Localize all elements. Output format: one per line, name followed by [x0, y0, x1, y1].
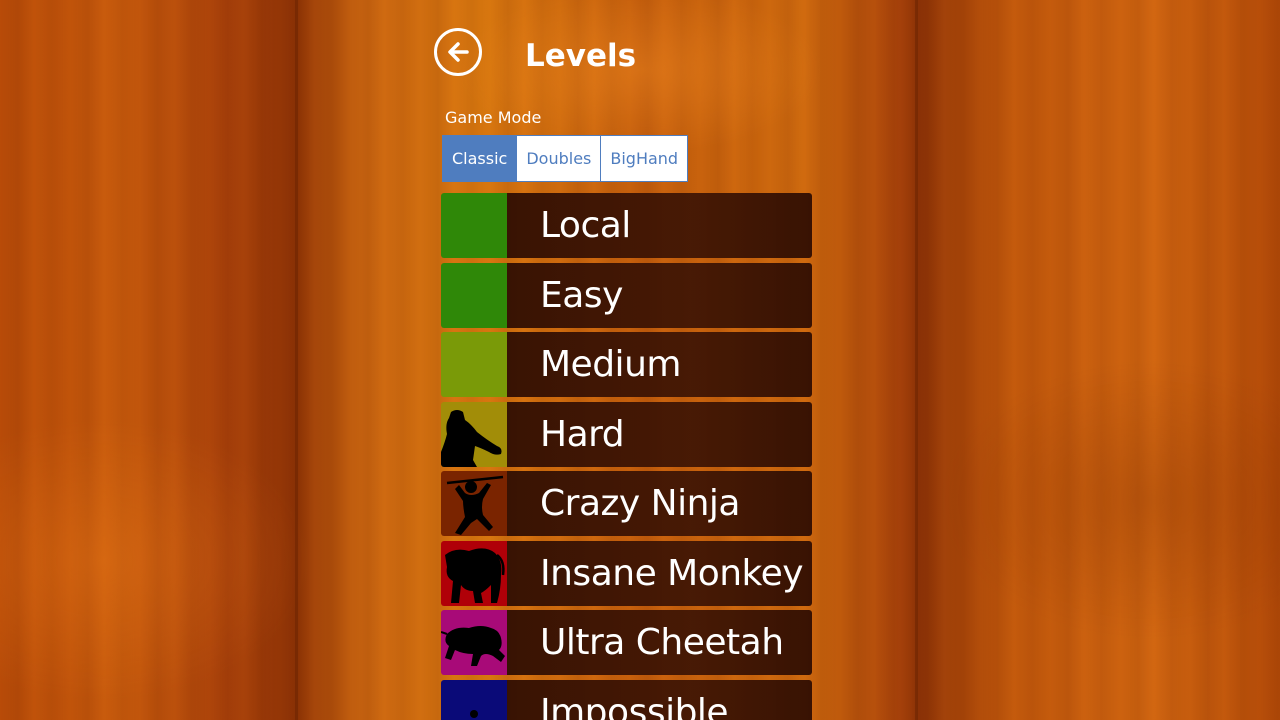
- fighter-silhouette-icon: [441, 409, 502, 467]
- game-mode-tabs: Classic Doubles BigHand: [442, 135, 689, 182]
- tab-bighand[interactable]: BigHand: [600, 136, 688, 181]
- game-mode-label: Game Mode: [445, 108, 542, 127]
- level-swatch: [441, 332, 507, 397]
- level-swatch: [441, 262, 507, 328]
- level-local-button[interactable]: Local: [441, 193, 812, 258]
- dot-icon: [470, 709, 478, 718]
- level-name: Crazy Ninja: [540, 483, 740, 524]
- level-list: Local Easy Medium Hard Crazy Ninja Insan…: [441, 193, 812, 720]
- level-easy-button[interactable]: Easy: [441, 262, 812, 328]
- level-name: Insane Monkey: [540, 552, 804, 594]
- cheetah-silhouette-icon: [441, 626, 505, 666]
- level-swatch: [441, 679, 507, 720]
- level-name: Impossible: [540, 691, 729, 720]
- level-medium-button[interactable]: Medium: [441, 332, 812, 397]
- levels-panel: Levels Game Mode Classic Doubles BigHand…: [420, 0, 860, 720]
- level-name: Easy: [540, 274, 623, 316]
- level-name: Local: [540, 205, 631, 246]
- level-name: Medium: [540, 344, 681, 385]
- level-swatch: [441, 471, 507, 536]
- tab-doubles[interactable]: Doubles: [516, 136, 601, 181]
- back-button[interactable]: [434, 28, 482, 76]
- level-body: Hard: [507, 401, 812, 467]
- level-swatch: [441, 610, 507, 675]
- wood-seam: [915, 0, 918, 720]
- back-arrow-icon: [448, 42, 469, 62]
- level-body: Medium: [507, 332, 812, 397]
- level-body: Insane Monkey: [507, 540, 812, 606]
- level-body: Local: [507, 193, 812, 258]
- level-body: Ultra Cheetah: [507, 610, 812, 675]
- wood-seam: [295, 0, 298, 720]
- level-swatch: [441, 540, 507, 606]
- level-name: Hard: [540, 413, 625, 455]
- level-name: Ultra Cheetah: [540, 622, 784, 663]
- level-swatch: [441, 193, 507, 258]
- level-body: Easy: [507, 262, 812, 328]
- level-impossible-button[interactable]: Impossible: [441, 679, 812, 720]
- page-title: Levels: [525, 38, 637, 74]
- level-swatch: [441, 401, 507, 467]
- level-crazy-ninja-button[interactable]: Crazy Ninja: [441, 471, 812, 536]
- level-ultra-cheetah-button[interactable]: Ultra Cheetah: [441, 610, 812, 675]
- monkey-silhouette-icon: [445, 547, 505, 603]
- tab-classic[interactable]: Classic: [443, 136, 517, 181]
- level-body: Impossible: [507, 679, 812, 720]
- level-body: Crazy Ninja: [507, 471, 812, 536]
- level-hard-button[interactable]: Hard: [441, 401, 812, 467]
- level-insane-monkey-button[interactable]: Insane Monkey: [441, 540, 812, 606]
- ninja-silhouette-icon: [446, 475, 504, 535]
